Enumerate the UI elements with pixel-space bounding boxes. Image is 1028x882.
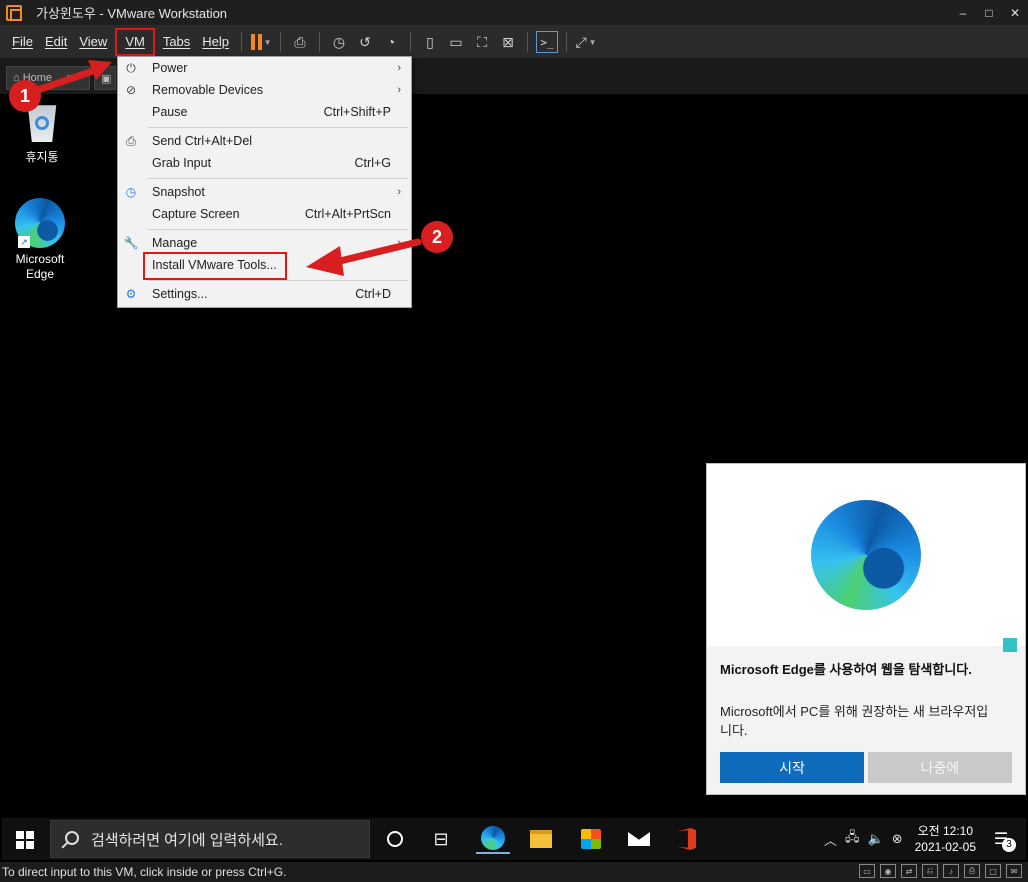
step-2-badge: 2	[421, 221, 453, 253]
step1-arrow-shaft	[28, 66, 100, 96]
annotation-arrows	[28, 60, 422, 276]
step2-arrow-head	[306, 246, 344, 276]
step2-arrow-shaft	[332, 238, 422, 266]
step-1-badge: 1	[9, 80, 41, 112]
